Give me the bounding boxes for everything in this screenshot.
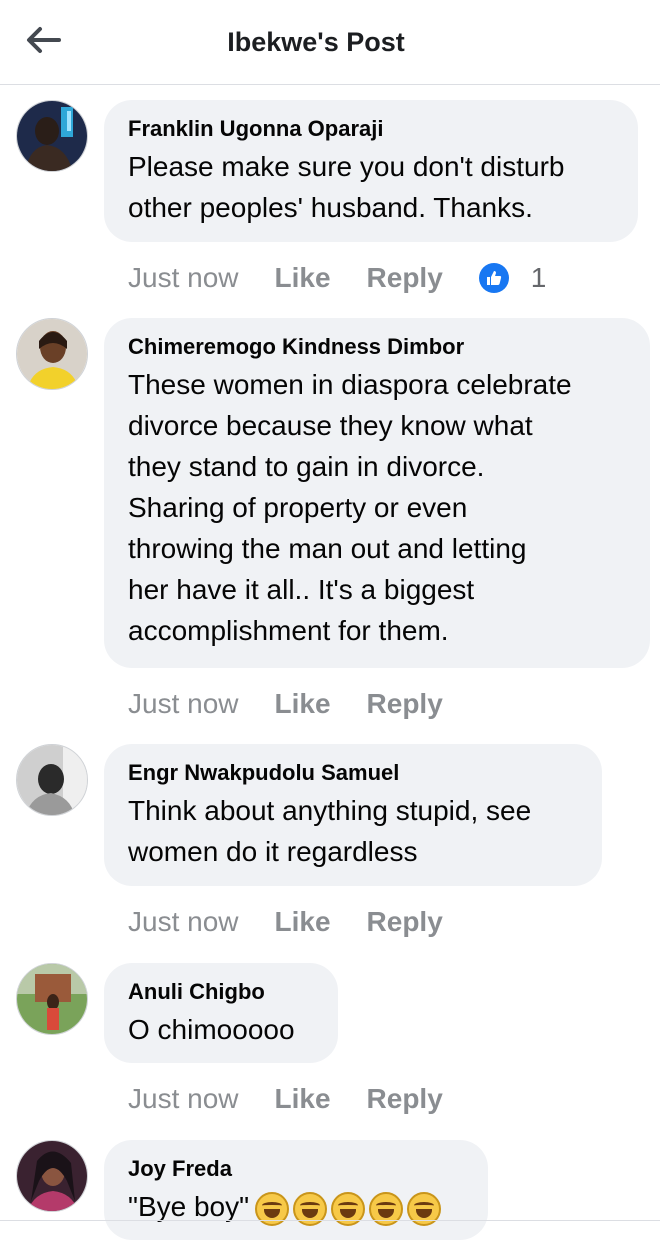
comment-bubble: Franklin Ugonna Oparaji Please make sure… <box>104 100 638 242</box>
comment-text-content: "Bye boy" <box>128 1191 250 1222</box>
comment-time[interactable]: Just now <box>128 906 239 938</box>
divider <box>0 1220 660 1221</box>
reaction-count: 1 <box>530 262 547 293</box>
reply-button[interactable]: Reply <box>367 262 443 294</box>
comment-text: These women in diaspora celebrate divorc… <box>128 369 572 646</box>
avatar[interactable] <box>16 963 88 1035</box>
comment-author[interactable]: Franklin Ugonna Oparaji <box>128 116 614 142</box>
comment-bubble: Engr Nwakpudolu Samuel Think about anyth… <box>104 744 602 886</box>
comment-time[interactable]: Just now <box>128 688 239 720</box>
comment-author[interactable]: Joy Freda <box>128 1156 464 1182</box>
comment-author[interactable]: Chimeremogo Kindness Dimbor <box>128 334 626 360</box>
comment-bubble: Anuli Chigbo O chimooooo <box>104 963 338 1063</box>
comment-bubble: Chimeremogo Kindness Dimbor These women … <box>104 318 650 668</box>
avatar[interactable] <box>16 318 88 390</box>
like-button[interactable]: Like <box>275 262 331 294</box>
like-button[interactable]: Like <box>275 906 331 938</box>
comment-text: Think about anything stupid, see women d… <box>128 795 532 867</box>
page-title: Ibekwe's Post <box>227 27 405 57</box>
post-header: Ibekwe's Post <box>0 0 660 85</box>
comment-actions: Just now Like Reply <box>128 684 479 724</box>
like-button[interactable]: Like <box>275 688 331 720</box>
comment-text: O chimooooo <box>128 1014 295 1045</box>
avatar[interactable] <box>16 100 88 172</box>
comment-actions: Just now Like Reply <box>128 902 479 942</box>
comment-time[interactable]: Just now <box>128 262 239 294</box>
avatar[interactable] <box>16 744 88 816</box>
reply-button[interactable]: Reply <box>367 1083 443 1115</box>
comment-actions: Just now Like Reply <box>128 1079 479 1119</box>
like-button[interactable]: Like <box>275 1083 331 1115</box>
comment-author[interactable]: Engr Nwakpudolu Samuel <box>128 760 578 786</box>
like-reaction-icon <box>478 263 509 293</box>
comment-bubble: Joy Freda "Bye boy" <box>104 1140 488 1240</box>
comment-text: Please make sure you don't disturb other… <box>128 151 565 223</box>
comment-author[interactable]: Anuli Chigbo <box>128 979 314 1005</box>
reply-button[interactable]: Reply <box>367 688 443 720</box>
comment-time[interactable]: Just now <box>128 1083 239 1115</box>
reaction-summary[interactable]: 1 <box>478 262 547 294</box>
comment-actions: Just now Like Reply 1 <box>128 258 546 298</box>
reply-button[interactable]: Reply <box>367 906 443 938</box>
avatar[interactable] <box>16 1140 88 1212</box>
